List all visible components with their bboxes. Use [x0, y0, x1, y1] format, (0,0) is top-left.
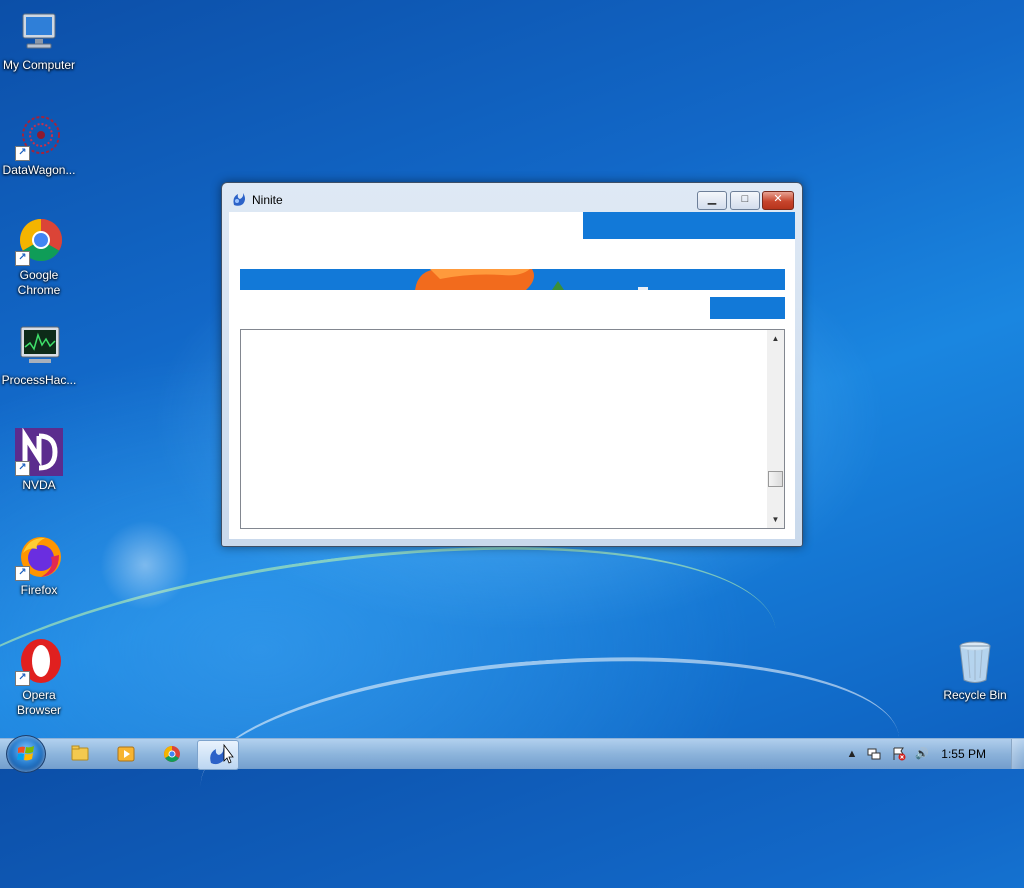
taskbar-ninite[interactable]	[197, 740, 239, 770]
taskbar: ▲ 🔊 1:55 PM	[0, 735, 1024, 773]
desktop-icon-opera[interactable]: ↗ Opera Browser	[0, 638, 78, 718]
desktop-icon-recycle-bin[interactable]: Recycle Bin	[936, 638, 1014, 703]
desktop-icon-datawagon[interactable]: ↗ DataWagon...	[0, 113, 78, 178]
explorer-icon	[71, 745, 89, 761]
wallpaper-swoosh	[0, 498, 794, 885]
desktop-icon-google-chrome[interactable]: ↗ Google Chrome	[0, 218, 78, 298]
minimize-button[interactable]: ▁	[697, 191, 727, 210]
desktop-icon-label: NVDA	[22, 478, 56, 492]
desktop-icon-nvda[interactable]: ↗ NVDA	[0, 427, 78, 493]
action-center-icon[interactable]	[892, 747, 906, 761]
desktop-icon-label: ProcessHac...	[1, 373, 77, 387]
status-listbox[interactable]: ▲ ▼	[240, 329, 785, 529]
action-button[interactable]	[710, 297, 785, 319]
shortcut-arrow-icon: ↗	[15, 671, 30, 686]
desktop-icon-firefox[interactable]: ↗ Firefox	[0, 533, 78, 598]
scroll-down-arrow-icon[interactable]: ▼	[767, 511, 784, 528]
desktop-icon-processhacker[interactable]: ProcessHac...	[0, 323, 78, 388]
shortcut-arrow-icon: ↗	[15, 566, 30, 581]
nvda-icon: ↗	[15, 427, 63, 476]
desktop-icon-my-computer[interactable]: My Computer	[0, 8, 78, 73]
taskbar-explorer[interactable]	[60, 740, 100, 768]
recycle-bin-icon	[951, 638, 999, 686]
volume-icon[interactable]: 🔊	[915, 747, 929, 761]
desktop-icon-label: My Computer	[2, 58, 76, 72]
firefox-icon: ↗	[15, 533, 63, 581]
processhacker-icon	[15, 323, 63, 371]
window-client-area: ▲ ▼	[229, 212, 795, 539]
taskbar-clock[interactable]: 1:55 PM	[941, 747, 986, 761]
desktop-icon-label: DataWagon...	[2, 163, 76, 177]
start-button[interactable]	[6, 735, 46, 773]
shortcut-arrow-icon: ↗	[15, 146, 30, 161]
datawagon-icon: ↗	[15, 113, 63, 161]
windows-start-icon	[17, 746, 34, 761]
shortcut-arrow-icon: ↗	[15, 251, 30, 266]
show-hidden-icons-icon[interactable]: ▲	[845, 747, 859, 761]
wallpaper-glow	[100, 520, 190, 610]
media-player-icon	[117, 746, 135, 762]
opera-icon: ↗	[15, 638, 63, 686]
network-icon[interactable]	[867, 747, 881, 761]
chrome-icon	[164, 746, 180, 762]
ninite-icon	[210, 743, 234, 765]
desktop-icon-label: Google Chrome	[17, 268, 61, 297]
taskbar-chrome[interactable]	[152, 740, 192, 768]
ninite-icon	[231, 191, 247, 207]
ninite-banner	[240, 269, 785, 290]
desktop-icon-label: Opera Browser	[16, 688, 61, 717]
desktop-icon-label: Firefox	[20, 583, 58, 597]
vertical-scrollbar[interactable]: ▲ ▼	[767, 330, 784, 528]
show-desktop-button[interactable]	[1011, 739, 1024, 769]
shortcut-arrow-icon: ↗	[15, 461, 30, 476]
ninite-window[interactable]: Ninite ▁ □ ✕ ▲ ▼	[221, 182, 803, 547]
maximize-button[interactable]: □	[730, 191, 760, 210]
taskbar-media-player[interactable]	[106, 740, 146, 768]
chrome-icon: ↗	[15, 218, 63, 266]
window-titlebar[interactable]: Ninite ▁ □ ✕	[222, 183, 802, 212]
scroll-up-arrow-icon[interactable]: ▲	[767, 330, 784, 347]
close-button[interactable]: ✕	[762, 191, 794, 210]
computer-icon	[15, 8, 63, 56]
window-title: Ninite	[252, 193, 283, 207]
scrollbar-thumb[interactable]	[768, 471, 783, 487]
desktop-icon-label: Recycle Bin	[943, 688, 1007, 702]
header-blue-bar	[583, 212, 795, 239]
